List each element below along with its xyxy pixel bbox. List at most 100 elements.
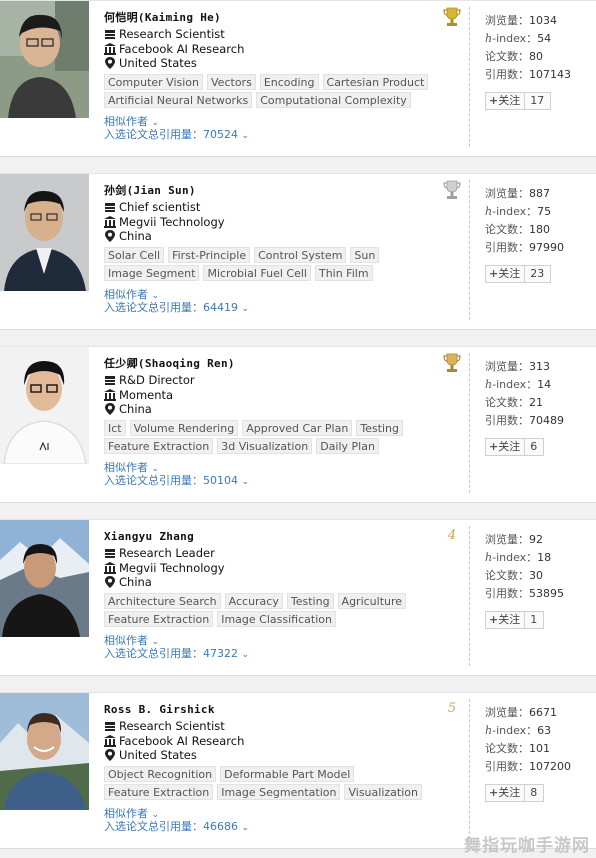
scholar-card: Ross B. Girshick Research Scientist Face… <box>0 692 596 849</box>
similar-authors-label: 相似作者 <box>104 114 148 128</box>
chevron-down-icon: ⌄ <box>241 822 250 833</box>
institution-icon <box>104 734 116 747</box>
h-index-stat: h-index：75 <box>485 205 552 218</box>
topic-tag[interactable]: Image Segment <box>104 264 200 281</box>
scholar-stats: 浏览量：6671 h-index：63 论文数：101 引用数：107200 +… <box>485 704 585 802</box>
scholar-org: Facebook AI Research <box>119 733 245 748</box>
scholar-name[interactable]: 孙剑(Jian Sun) <box>104 182 454 200</box>
follow-button[interactable]: +关注 6 <box>485 438 545 456</box>
topic-tag[interactable]: Sun <box>350 246 380 263</box>
topic-tag[interactable]: Encoding <box>259 73 319 90</box>
scholar-photo[interactable] <box>0 693 89 810</box>
scholar-country: China <box>119 402 152 416</box>
plus-icon: + <box>489 613 499 626</box>
papers-stat: 论文数：80 <box>485 50 543 63</box>
topic-tag[interactable]: Feature Extraction <box>104 437 214 454</box>
scholar-name[interactable]: Xiangyu Zhang <box>104 528 454 546</box>
citations-stat: 引用数：53895 <box>485 587 564 600</box>
follow-button[interactable]: +关注 1 <box>485 611 545 629</box>
selected-citations-toggle[interactable]: 入选论文总引用量：50104 ⌄ <box>104 474 454 488</box>
topic-tag[interactable]: Image Segmentation <box>217 783 341 800</box>
topic-tag[interactable]: Agriculture <box>337 592 407 609</box>
similar-authors-label: 相似作者 <box>104 806 148 820</box>
topic-tag[interactable]: Feature Extraction <box>104 783 214 800</box>
topic-tag[interactable]: Image Classification <box>217 610 336 627</box>
similar-authors-toggle[interactable]: 相似作者 ⌄ <box>104 115 454 128</box>
topic-tag[interactable]: Ict <box>104 419 126 436</box>
follow-button[interactable]: +关注 8 <box>485 784 545 802</box>
scholar-org: Megvii Technology <box>119 560 225 575</box>
scholar-photo[interactable] <box>0 347 89 464</box>
topic-tag[interactable]: Computational Complexity <box>256 91 411 108</box>
topic-tag[interactable]: Vectors <box>207 73 256 90</box>
scholar-title: Research Scientist <box>119 719 225 733</box>
rank-badge: 4 <box>440 524 464 548</box>
selected-citations-value: 70524 <box>203 127 238 141</box>
citations-stat: 引用数：107200 <box>485 760 571 773</box>
topic-tag[interactable]: First-Principle <box>168 246 251 263</box>
topic-tag[interactable]: Accuracy <box>224 592 283 609</box>
selected-citations-toggle[interactable]: 入选论文总引用量：46686 ⌄ <box>104 820 454 834</box>
topic-tag[interactable]: Volume Rendering <box>129 419 239 436</box>
scholar-title-line: R&D Director <box>104 373 454 388</box>
scholar-photo[interactable] <box>0 520 89 637</box>
similar-authors-toggle[interactable]: 相似作者 ⌄ <box>104 288 454 301</box>
topic-tag[interactable]: Computer Vision <box>104 73 204 90</box>
position-icon <box>105 722 115 732</box>
scholar-org-line: Facebook AI Research <box>104 734 454 749</box>
views-stat: 浏览量：313 <box>485 360 550 373</box>
selected-citations-value: 50104 <box>203 473 238 487</box>
selected-citations-toggle[interactable]: 入选论文总引用量：47322 ⌄ <box>104 647 454 661</box>
similar-authors-toggle[interactable]: 相似作者 ⌄ <box>104 634 454 647</box>
topic-tag[interactable]: Testing <box>356 419 403 436</box>
scholar-country-line: China <box>104 575 454 590</box>
topic-tag[interactable]: Feature Extraction <box>104 610 214 627</box>
site-watermark: 舞指玩咖手游网 <box>464 836 590 856</box>
scholar-name[interactable]: 何恺明(Kaiming He) <box>104 9 454 27</box>
follow-count: 8 <box>530 786 538 799</box>
topic-tag[interactable]: Control System <box>254 246 347 263</box>
chevron-down-icon: ⌄ <box>151 463 160 474</box>
selected-citations-toggle[interactable]: 入选论文总引用量：64419 ⌄ <box>104 301 454 315</box>
topic-tag[interactable]: Approved Car Plan <box>242 419 353 436</box>
scholar-name[interactable]: 任少卿(Shaoqing Ren) <box>104 355 454 373</box>
follow-button[interactable]: +关注 17 <box>485 92 552 110</box>
topic-tag[interactable]: Microbial Fuel Cell <box>203 264 311 281</box>
chevron-down-icon: ⌄ <box>241 130 250 141</box>
citations-stat: 引用数：70489 <box>485 414 564 427</box>
topic-tag[interactable]: Architecture Search <box>104 592 221 609</box>
topic-tag[interactable]: Solar Cell <box>104 246 165 263</box>
topic-tag[interactable]: Cartesian Product <box>322 73 429 90</box>
scholar-title-line: Research Leader <box>104 546 454 561</box>
portrait-image <box>0 347 89 464</box>
scholar-country-line: China <box>104 402 454 417</box>
citations-stat: 引用数：97990 <box>485 241 564 254</box>
topic-tag[interactable]: Visualization <box>344 783 422 800</box>
topic-tag[interactable]: 3d Visualization <box>217 437 313 454</box>
topic-tag[interactable]: Artificial Neural Networks <box>104 91 253 108</box>
follow-button[interactable]: +关注 23 <box>485 265 552 283</box>
selected-citations-toggle[interactable]: 入选论文总引用量：70524 ⌄ <box>104 128 454 142</box>
scholar-title-line: Chief scientist <box>104 200 454 215</box>
scholar-card: 任少卿(Shaoqing Ren) R&D Director Momenta C… <box>0 346 596 503</box>
follow-count: 17 <box>530 94 545 107</box>
scholar-name[interactable]: Ross B. Girshick <box>104 701 454 719</box>
similar-authors-toggle[interactable]: 相似作者 ⌄ <box>104 461 454 474</box>
card-divider <box>469 7 470 147</box>
scholar-country: China <box>119 575 152 589</box>
topic-tag[interactable]: Daily Plan <box>316 437 379 454</box>
follow-count: 1 <box>530 613 538 626</box>
topic-tag[interactable]: Object Recognition <box>104 765 217 782</box>
topic-tag[interactable]: Thin Film <box>314 264 373 281</box>
scholar-photo[interactable] <box>0 1 89 118</box>
h-index-stat: h-index：63 <box>485 724 552 737</box>
topic-tag[interactable]: Deformable Part Model <box>220 765 355 782</box>
scholar-photo[interactable] <box>0 174 89 291</box>
institution-icon <box>104 215 116 228</box>
selected-citations-value: 46686 <box>203 819 238 833</box>
scholar-country: China <box>119 229 152 243</box>
similar-authors-toggle[interactable]: 相似作者 ⌄ <box>104 807 454 820</box>
topic-tag[interactable]: Testing <box>286 592 334 609</box>
selected-citations-label: 入选论文总引用量： <box>104 300 203 314</box>
scholar-title: Research Leader <box>119 546 215 560</box>
